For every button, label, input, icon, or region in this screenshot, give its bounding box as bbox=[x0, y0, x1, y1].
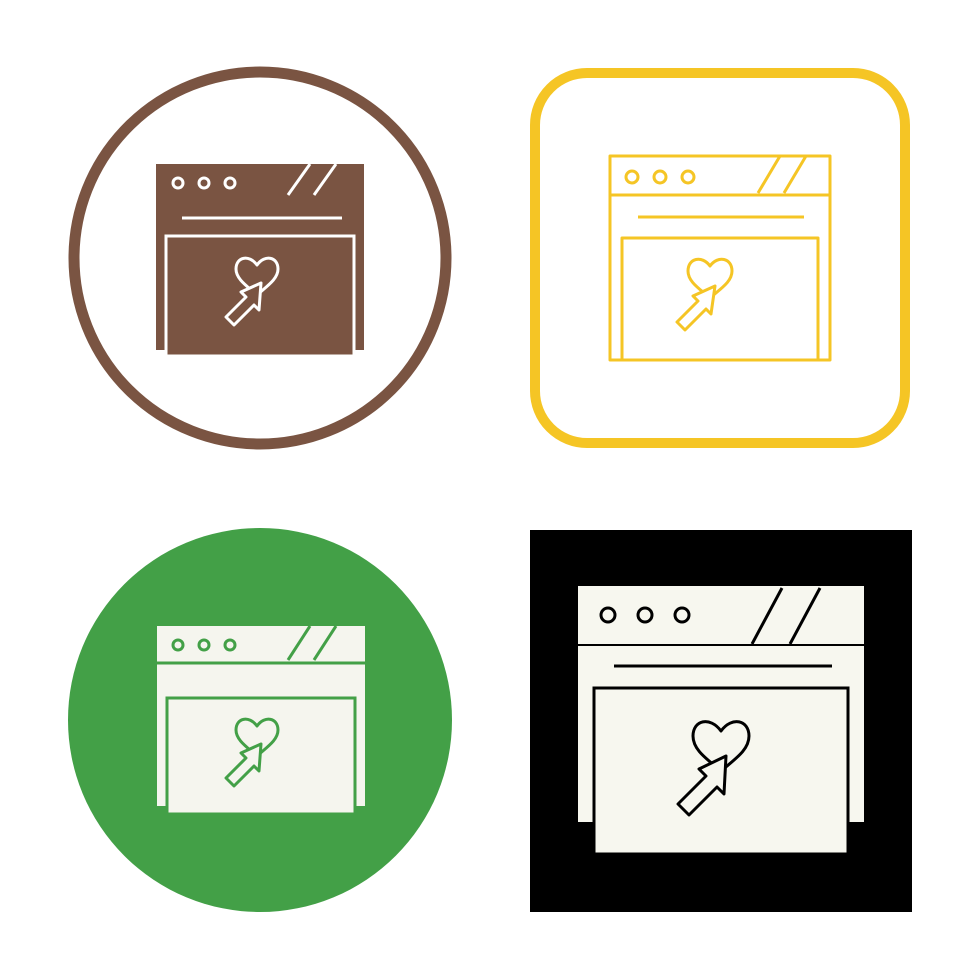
browser-heart-icon-brown-circle-svg bbox=[68, 66, 452, 450]
browser-content-panel bbox=[620, 236, 820, 362]
browser-heart-icon-yellow-square bbox=[520, 60, 920, 460]
browser-window-heart-cursor-icon bbox=[578, 586, 864, 856]
browser-heart-icon-brown-circle bbox=[60, 60, 460, 460]
icon-variants-grid bbox=[0, 0, 980, 980]
browser-window-heart-cursor-icon bbox=[156, 163, 364, 358]
window-dot-icon bbox=[624, 169, 640, 185]
tab-stripe bbox=[756, 155, 782, 194]
browser-heart-icon-green-circle-svg bbox=[68, 528, 452, 912]
browser-window-heart-cursor-icon bbox=[608, 154, 832, 362]
window-dot-icon bbox=[652, 169, 668, 185]
browser-heart-icon-black-square bbox=[520, 520, 920, 920]
window-dot-icon bbox=[680, 169, 696, 185]
browser-title-bar bbox=[157, 626, 365, 680]
browser-heart-icon-yellow-square-svg bbox=[530, 68, 910, 448]
tab-stripe bbox=[782, 155, 808, 194]
browser-title-bar bbox=[156, 164, 364, 220]
browser-heart-icon-green-circle bbox=[60, 520, 460, 920]
browser-window-heart-cursor-icon bbox=[157, 625, 365, 816]
browser-heart-icon-black-square-svg bbox=[530, 530, 912, 912]
browser-title-bar bbox=[578, 586, 864, 644]
